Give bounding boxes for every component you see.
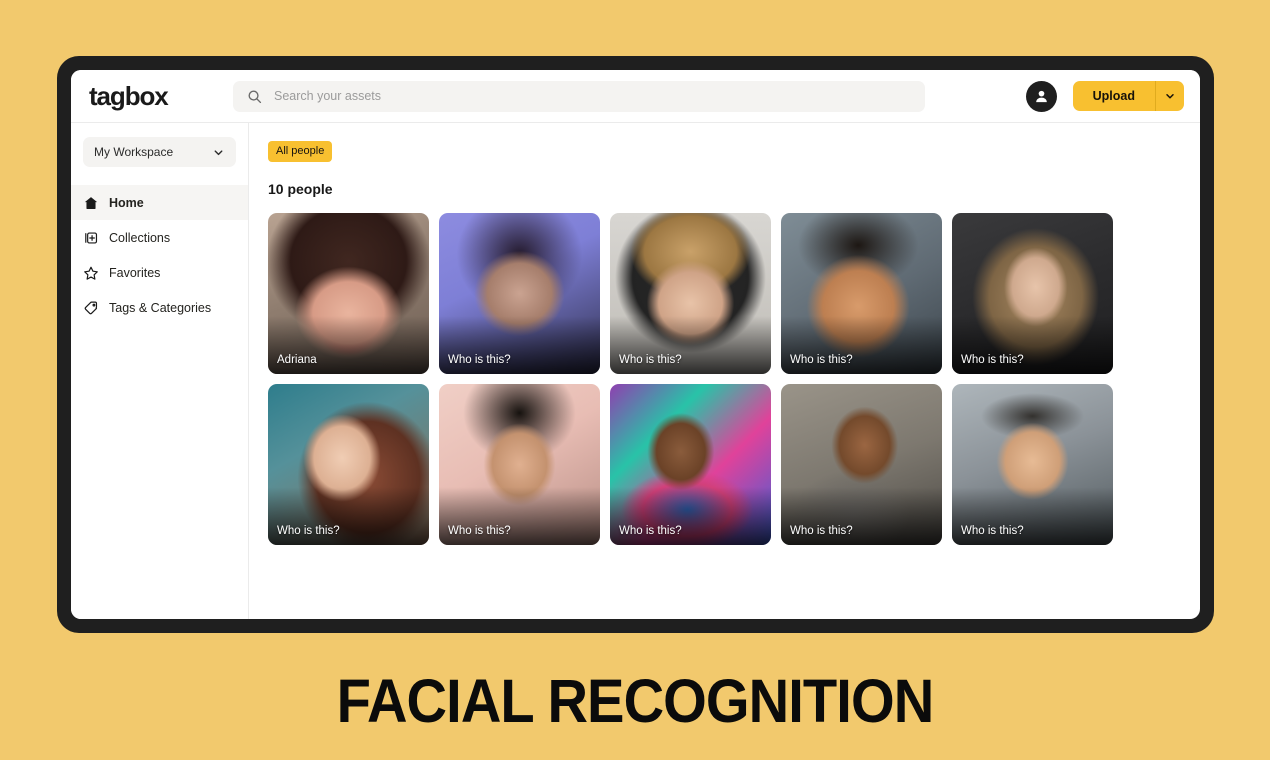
person-card[interactable]: Who is this?: [781, 213, 942, 374]
person-card[interactable]: Who is this?: [439, 213, 600, 374]
filter-chip-all-people[interactable]: All people: [268, 141, 333, 162]
collections-icon: [85, 231, 98, 244]
page-caption: FACIAL RECOGNITION: [336, 667, 935, 735]
person-name-label: Who is this?: [448, 354, 511, 366]
people-grid: Adriana Who is this? Who is this? Who is…: [268, 213, 1180, 545]
sidebar-item-home[interactable]: Home: [71, 185, 248, 220]
person-name-label: Who is this?: [790, 354, 853, 366]
device-frame: tagbox Upload: [57, 56, 1214, 633]
workspace-label: My Workspace: [94, 145, 174, 159]
tag-icon: [84, 301, 98, 314]
search-input[interactable]: [274, 89, 911, 103]
person-name-label: Who is this?: [961, 354, 1024, 366]
person-card[interactable]: Who is this?: [781, 384, 942, 545]
person-card[interactable]: Who is this?: [610, 213, 771, 374]
search-bar[interactable]: [233, 80, 925, 112]
header-actions: Upload: [1025, 80, 1184, 112]
sidebar-item-collections[interactable]: Collections: [71, 220, 248, 255]
person-card[interactable]: Who is this?: [610, 384, 771, 545]
sidebar-item-label: Collections: [109, 230, 171, 245]
upload-dropdown-button[interactable]: [1155, 81, 1184, 111]
sidebar-item-tags-categories[interactable]: Tags & Categories: [71, 290, 248, 325]
person-name-label: Who is this?: [277, 525, 340, 537]
home-icon: [84, 196, 98, 209]
person-card[interactable]: Who is this?: [268, 384, 429, 545]
sidebar-item-label: Tags & Categories: [109, 300, 212, 315]
person-name-label: Who is this?: [961, 525, 1024, 537]
app-body: My Workspace Home Collections Favorites …: [71, 123, 1200, 619]
workspace-selector[interactable]: My Workspace: [83, 137, 236, 167]
people-count-heading: 10 people: [268, 181, 333, 197]
sidebar-item-label: Favorites: [109, 265, 161, 280]
sidebar: My Workspace Home Collections Favorites …: [71, 123, 249, 619]
person-name-label: Who is this?: [448, 525, 511, 537]
person-name-label: Who is this?: [619, 525, 682, 537]
chevron-down-icon: [1166, 94, 1174, 99]
person-card[interactable]: Who is this?: [952, 213, 1113, 374]
person-card[interactable]: Adriana: [268, 213, 429, 374]
sidebar-item-label: Home: [109, 195, 144, 210]
chevron-down-icon: [214, 149, 223, 155]
app-header: tagbox Upload: [71, 70, 1200, 123]
app-logo: tagbox: [89, 80, 169, 111]
user-avatar-icon[interactable]: [1025, 80, 1057, 112]
person-card[interactable]: Who is this?: [439, 384, 600, 545]
person-card[interactable]: Who is this?: [952, 384, 1113, 545]
upload-button[interactable]: Upload: [1072, 81, 1184, 111]
main-content: All people 10 people Adriana Who is this…: [249, 123, 1200, 619]
person-name-label: Who is this?: [619, 354, 682, 366]
app-window: tagbox Upload: [71, 70, 1200, 619]
person-name-label: Adriana: [277, 354, 317, 366]
sidebar-item-favorites[interactable]: Favorites: [71, 255, 248, 290]
star-icon: [84, 266, 98, 280]
person-name-label: Who is this?: [790, 525, 853, 537]
upload-button-label: Upload: [1092, 89, 1135, 103]
user-glyph-icon: [1035, 90, 1047, 102]
search-icon: [248, 90, 262, 103]
